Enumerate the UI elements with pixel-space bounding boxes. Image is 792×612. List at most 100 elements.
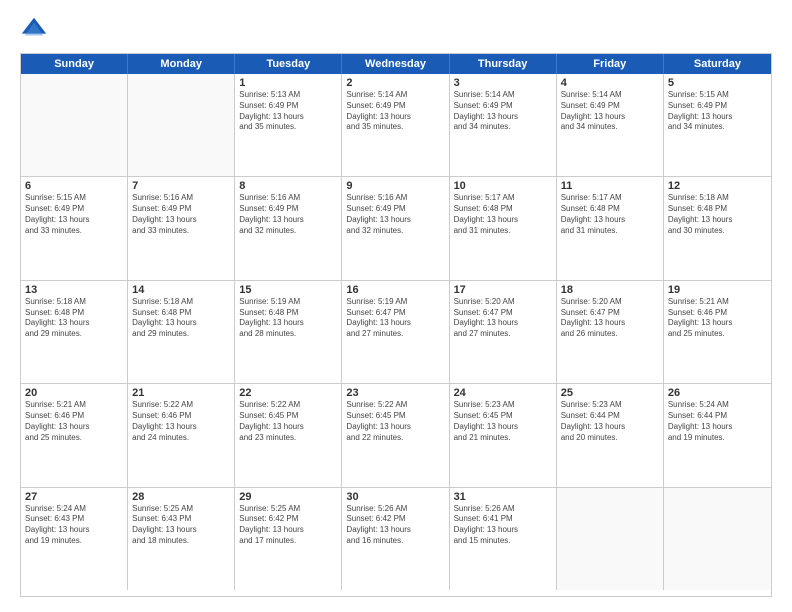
day-cell-29: 29Sunrise: 5:25 AMSunset: 6:42 PMDayligh…	[235, 488, 342, 590]
day-cell-4: 4Sunrise: 5:14 AMSunset: 6:49 PMDaylight…	[557, 74, 664, 176]
day-number: 27	[25, 491, 123, 503]
empty-cell	[664, 488, 771, 590]
day-cell-8: 8Sunrise: 5:16 AMSunset: 6:49 PMDaylight…	[235, 177, 342, 279]
header-cell-tuesday: Tuesday	[235, 54, 342, 74]
day-number: 26	[668, 387, 767, 399]
calendar-row-3: 20Sunrise: 5:21 AMSunset: 6:46 PMDayligh…	[21, 384, 771, 487]
header-cell-monday: Monday	[128, 54, 235, 74]
day-cell-13: 13Sunrise: 5:18 AMSunset: 6:48 PMDayligh…	[21, 281, 128, 383]
day-cell-6: 6Sunrise: 5:15 AMSunset: 6:49 PMDaylight…	[21, 177, 128, 279]
day-cell-14: 14Sunrise: 5:18 AMSunset: 6:48 PMDayligh…	[128, 281, 235, 383]
day-number: 31	[454, 491, 552, 503]
day-cell-28: 28Sunrise: 5:25 AMSunset: 6:43 PMDayligh…	[128, 488, 235, 590]
day-cell-7: 7Sunrise: 5:16 AMSunset: 6:49 PMDaylight…	[128, 177, 235, 279]
cell-info: Sunrise: 5:17 AMSunset: 6:48 PMDaylight:…	[561, 193, 659, 236]
logo	[20, 15, 52, 43]
cell-info: Sunrise: 5:24 AMSunset: 6:44 PMDaylight:…	[668, 400, 767, 443]
cell-info: Sunrise: 5:20 AMSunset: 6:47 PMDaylight:…	[454, 297, 552, 340]
empty-cell	[21, 74, 128, 176]
cell-info: Sunrise: 5:18 AMSunset: 6:48 PMDaylight:…	[25, 297, 123, 340]
day-cell-1: 1Sunrise: 5:13 AMSunset: 6:49 PMDaylight…	[235, 74, 342, 176]
day-cell-18: 18Sunrise: 5:20 AMSunset: 6:47 PMDayligh…	[557, 281, 664, 383]
cell-info: Sunrise: 5:23 AMSunset: 6:45 PMDaylight:…	[454, 400, 552, 443]
cell-info: Sunrise: 5:26 AMSunset: 6:42 PMDaylight:…	[346, 504, 444, 547]
day-cell-20: 20Sunrise: 5:21 AMSunset: 6:46 PMDayligh…	[21, 384, 128, 486]
day-number: 13	[25, 284, 123, 296]
day-number: 21	[132, 387, 230, 399]
day-cell-3: 3Sunrise: 5:14 AMSunset: 6:49 PMDaylight…	[450, 74, 557, 176]
header-cell-thursday: Thursday	[450, 54, 557, 74]
cell-info: Sunrise: 5:23 AMSunset: 6:44 PMDaylight:…	[561, 400, 659, 443]
day-cell-5: 5Sunrise: 5:15 AMSunset: 6:49 PMDaylight…	[664, 74, 771, 176]
cell-info: Sunrise: 5:22 AMSunset: 6:45 PMDaylight:…	[239, 400, 337, 443]
day-number: 4	[561, 77, 659, 89]
day-number: 16	[346, 284, 444, 296]
day-number: 19	[668, 284, 767, 296]
cell-info: Sunrise: 5:19 AMSunset: 6:47 PMDaylight:…	[346, 297, 444, 340]
cell-info: Sunrise: 5:17 AMSunset: 6:48 PMDaylight:…	[454, 193, 552, 236]
day-number: 29	[239, 491, 337, 503]
cell-info: Sunrise: 5:25 AMSunset: 6:43 PMDaylight:…	[132, 504, 230, 547]
header-cell-sunday: Sunday	[21, 54, 128, 74]
day-number: 22	[239, 387, 337, 399]
day-number: 12	[668, 180, 767, 192]
calendar-row-1: 6Sunrise: 5:15 AMSunset: 6:49 PMDaylight…	[21, 177, 771, 280]
calendar-row-0: 1Sunrise: 5:13 AMSunset: 6:49 PMDaylight…	[21, 74, 771, 177]
day-number: 20	[25, 387, 123, 399]
day-number: 15	[239, 284, 337, 296]
day-number: 18	[561, 284, 659, 296]
cell-info: Sunrise: 5:16 AMSunset: 6:49 PMDaylight:…	[132, 193, 230, 236]
header	[20, 15, 772, 43]
cell-info: Sunrise: 5:16 AMSunset: 6:49 PMDaylight:…	[239, 193, 337, 236]
day-number: 8	[239, 180, 337, 192]
day-cell-22: 22Sunrise: 5:22 AMSunset: 6:45 PMDayligh…	[235, 384, 342, 486]
calendar-header: SundayMondayTuesdayWednesdayThursdayFrid…	[21, 54, 771, 74]
day-number: 7	[132, 180, 230, 192]
day-cell-10: 10Sunrise: 5:17 AMSunset: 6:48 PMDayligh…	[450, 177, 557, 279]
cell-info: Sunrise: 5:20 AMSunset: 6:47 PMDaylight:…	[561, 297, 659, 340]
day-cell-16: 16Sunrise: 5:19 AMSunset: 6:47 PMDayligh…	[342, 281, 449, 383]
day-cell-21: 21Sunrise: 5:22 AMSunset: 6:46 PMDayligh…	[128, 384, 235, 486]
cell-info: Sunrise: 5:25 AMSunset: 6:42 PMDaylight:…	[239, 504, 337, 547]
cell-info: Sunrise: 5:18 AMSunset: 6:48 PMDaylight:…	[132, 297, 230, 340]
cell-info: Sunrise: 5:22 AMSunset: 6:45 PMDaylight:…	[346, 400, 444, 443]
day-cell-12: 12Sunrise: 5:18 AMSunset: 6:48 PMDayligh…	[664, 177, 771, 279]
cell-info: Sunrise: 5:14 AMSunset: 6:49 PMDaylight:…	[561, 90, 659, 133]
day-number: 5	[668, 77, 767, 89]
cell-info: Sunrise: 5:19 AMSunset: 6:48 PMDaylight:…	[239, 297, 337, 340]
calendar: SundayMondayTuesdayWednesdayThursdayFrid…	[20, 53, 772, 597]
day-number: 14	[132, 284, 230, 296]
calendar-row-2: 13Sunrise: 5:18 AMSunset: 6:48 PMDayligh…	[21, 281, 771, 384]
day-cell-26: 26Sunrise: 5:24 AMSunset: 6:44 PMDayligh…	[664, 384, 771, 486]
logo-icon	[20, 15, 48, 43]
day-cell-31: 31Sunrise: 5:26 AMSunset: 6:41 PMDayligh…	[450, 488, 557, 590]
day-cell-19: 19Sunrise: 5:21 AMSunset: 6:46 PMDayligh…	[664, 281, 771, 383]
empty-cell	[557, 488, 664, 590]
day-number: 11	[561, 180, 659, 192]
empty-cell	[128, 74, 235, 176]
header-cell-wednesday: Wednesday	[342, 54, 449, 74]
day-cell-23: 23Sunrise: 5:22 AMSunset: 6:45 PMDayligh…	[342, 384, 449, 486]
day-number: 17	[454, 284, 552, 296]
day-number: 9	[346, 180, 444, 192]
cell-info: Sunrise: 5:14 AMSunset: 6:49 PMDaylight:…	[346, 90, 444, 133]
calendar-body: 1Sunrise: 5:13 AMSunset: 6:49 PMDaylight…	[21, 74, 771, 590]
cell-info: Sunrise: 5:22 AMSunset: 6:46 PMDaylight:…	[132, 400, 230, 443]
day-number: 24	[454, 387, 552, 399]
day-number: 30	[346, 491, 444, 503]
day-cell-27: 27Sunrise: 5:24 AMSunset: 6:43 PMDayligh…	[21, 488, 128, 590]
day-cell-2: 2Sunrise: 5:14 AMSunset: 6:49 PMDaylight…	[342, 74, 449, 176]
day-cell-30: 30Sunrise: 5:26 AMSunset: 6:42 PMDayligh…	[342, 488, 449, 590]
header-cell-friday: Friday	[557, 54, 664, 74]
cell-info: Sunrise: 5:18 AMSunset: 6:48 PMDaylight:…	[668, 193, 767, 236]
day-number: 28	[132, 491, 230, 503]
day-number: 25	[561, 387, 659, 399]
day-cell-25: 25Sunrise: 5:23 AMSunset: 6:44 PMDayligh…	[557, 384, 664, 486]
cell-info: Sunrise: 5:26 AMSunset: 6:41 PMDaylight:…	[454, 504, 552, 547]
day-number: 23	[346, 387, 444, 399]
cell-info: Sunrise: 5:14 AMSunset: 6:49 PMDaylight:…	[454, 90, 552, 133]
cell-info: Sunrise: 5:15 AMSunset: 6:49 PMDaylight:…	[25, 193, 123, 236]
page: SundayMondayTuesdayWednesdayThursdayFrid…	[0, 0, 792, 612]
day-number: 6	[25, 180, 123, 192]
calendar-row-4: 27Sunrise: 5:24 AMSunset: 6:43 PMDayligh…	[21, 488, 771, 590]
